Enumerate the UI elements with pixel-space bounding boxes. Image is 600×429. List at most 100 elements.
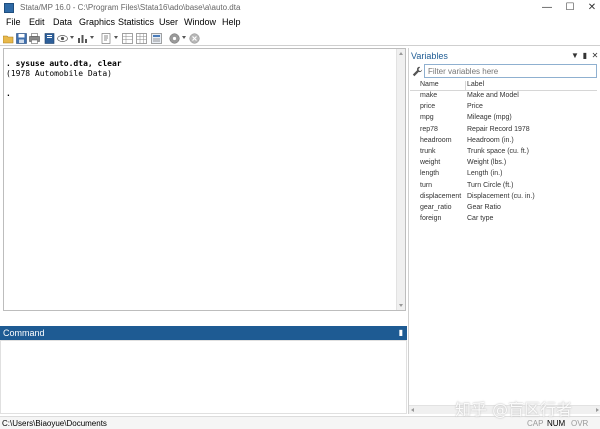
variable-name: headroom <box>420 136 452 144</box>
variable-name: rep78 <box>420 125 438 133</box>
close-button[interactable]: ✕ <box>585 1 599 15</box>
variable-label: Length (in.) <box>467 170 503 178</box>
variable-name: trunk <box>420 147 436 155</box>
num-indicator: NUM <box>547 419 566 428</box>
stata-app-icon <box>4 3 14 13</box>
command-input[interactable] <box>0 340 407 414</box>
results-window[interactable]: . sysuse auto.dta, clear (1978 Automobil… <box>3 48 406 311</box>
menu-data[interactable]: Data <box>53 17 72 27</box>
variable-label: Price <box>467 103 483 111</box>
variable-label: Make and Model <box>467 92 519 99</box>
menu-help[interactable]: Help <box>222 17 241 27</box>
data-editor-icon[interactable] <box>122 33 133 44</box>
variable-label: Gear Ratio <box>467 203 501 211</box>
graph-dropdown[interactable] <box>90 36 94 39</box>
variables-table-header: Name Label <box>410 81 597 91</box>
filter-row <box>409 64 600 79</box>
working-directory: C:\Users\Biaoyue\Documents <box>2 419 107 428</box>
command-header: Command ▮ <box>0 326 407 340</box>
menu-bar: File Edit Data Graphics Statistics User … <box>0 16 600 31</box>
variable-row[interactable]: turn Turn Circle (ft.) <box>410 181 597 192</box>
do-file-editor-icon[interactable] <box>101 33 112 44</box>
variable-row[interactable]: headroom Headroom (in.) <box>410 136 597 147</box>
variable-label: Headroom (in.) <box>467 136 514 144</box>
results-scrollbar[interactable] <box>396 49 405 310</box>
variable-name: weight <box>420 159 441 167</box>
more-dropdown[interactable] <box>182 36 186 39</box>
data-browser-icon[interactable] <box>136 33 147 44</box>
more-icon[interactable] <box>169 33 180 44</box>
menu-window[interactable]: Window <box>184 17 216 27</box>
graph-icon[interactable] <box>77 33 88 44</box>
pin-icon[interactable]: ▮ <box>397 328 405 337</box>
variable-name: mpg <box>420 114 434 122</box>
variable-label: Car type <box>467 215 494 223</box>
results-line-output: (1978 Automobile Data) <box>6 69 112 78</box>
variables-window: Variables ▼ ▮ ✕ Name Label make Make and … <box>408 48 600 414</box>
variable-label: Weight (lbs.) <box>467 159 507 167</box>
open-icon[interactable] <box>3 33 14 44</box>
save-icon[interactable] <box>16 33 27 44</box>
column-divider[interactable] <box>465 81 466 91</box>
ovr-indicator: OVR <box>571 419 589 428</box>
window-title: Stata/MP 16.0 - C:\Program Files\Stata16… <box>20 3 241 12</box>
scroll-up-icon[interactable] <box>399 52 403 55</box>
variables-header: Variables ▼ ▮ ✕ <box>409 48 600 62</box>
column-header-label[interactable]: Label <box>467 81 484 88</box>
scroll-right-icon[interactable] <box>596 408 599 412</box>
scroll-left-icon[interactable] <box>411 408 414 412</box>
print-icon[interactable] <box>29 33 40 44</box>
log-icon[interactable] <box>44 33 55 44</box>
break-icon[interactable] <box>189 33 200 44</box>
variable-name: price <box>420 103 436 111</box>
minimize-button[interactable]: — <box>540 1 554 15</box>
variable-name: length <box>420 170 440 178</box>
variable-row[interactable]: trunk Trunk space (cu. ft.) <box>410 147 597 158</box>
variable-name: make <box>420 92 438 99</box>
variable-row[interactable]: mpg Mileage (mpg) <box>410 113 597 124</box>
filter-funnel-icon[interactable]: ▼ <box>571 51 579 60</box>
variable-row[interactable]: length Length (in.) <box>410 169 597 180</box>
viewer-icon[interactable] <box>57 33 68 44</box>
variables-title: Variables <box>411 51 448 61</box>
do-file-dropdown[interactable] <box>114 36 118 39</box>
maximize-button[interactable]: ☐ <box>563 1 577 15</box>
variables-table: Name Label make Make and Model price Price m… <box>410 81 597 225</box>
variable-row[interactable]: displacement Displacement (cu. in.) <box>410 192 597 203</box>
command-title: Command <box>3 328 45 338</box>
menu-file[interactable]: File <box>6 17 21 27</box>
variable-name: displacement <box>420 192 462 200</box>
variable-label: Repair Record 1978 <box>467 125 530 133</box>
pin-icon[interactable]: ▮ <box>581 51 589 60</box>
variable-row[interactable]: weight Weight (lbs.) <box>410 158 597 169</box>
variable-row[interactable]: gear_ratio Gear Ratio <box>410 203 597 214</box>
menu-statistics[interactable]: Statistics <box>118 17 154 27</box>
variable-label: Turn Circle (ft.) <box>467 181 514 189</box>
variable-row[interactable]: rep78 Repair Record 1978 <box>410 125 597 136</box>
menu-edit[interactable]: Edit <box>29 17 45 27</box>
variable-name: turn <box>420 181 433 189</box>
filter-variables-input[interactable] <box>424 64 597 78</box>
variables-manager-icon[interactable] <box>151 33 162 44</box>
menu-user[interactable]: User <box>159 17 178 27</box>
close-pane-icon[interactable]: ✕ <box>591 51 599 60</box>
results-line-command: . sysuse auto.dta, clear <box>6 59 122 68</box>
variable-row[interactable]: foreign Car type <box>410 214 597 225</box>
column-header-name[interactable]: Name <box>420 81 439 88</box>
scroll-down-icon[interactable] <box>399 304 403 307</box>
variable-label: Displacement (cu. in.) <box>467 192 535 200</box>
viewer-dropdown[interactable] <box>70 36 74 39</box>
cap-indicator: CAP <box>527 419 544 428</box>
menu-graphics[interactable]: Graphics <box>79 17 115 27</box>
variable-row[interactable]: make Make and Model <box>410 91 597 102</box>
variable-label: Mileage (mpg) <box>467 114 512 122</box>
variable-name: foreign <box>420 215 442 223</box>
title-bar: Stata/MP 16.0 - C:\Program Files\Stata16… <box>0 0 600 16</box>
variables-table-body: make Make and Model price Price mpg Mileage (… <box>410 91 597 225</box>
variable-label: Trunk space (cu. ft.) <box>467 147 529 155</box>
results-line-prompt: . <box>6 89 11 98</box>
wrench-icon[interactable] <box>412 66 423 77</box>
watermark: 知乎 @盲区行者 <box>455 400 573 419</box>
variable-name: gear_ratio <box>420 203 452 211</box>
variable-row[interactable]: price Price <box>410 102 597 113</box>
